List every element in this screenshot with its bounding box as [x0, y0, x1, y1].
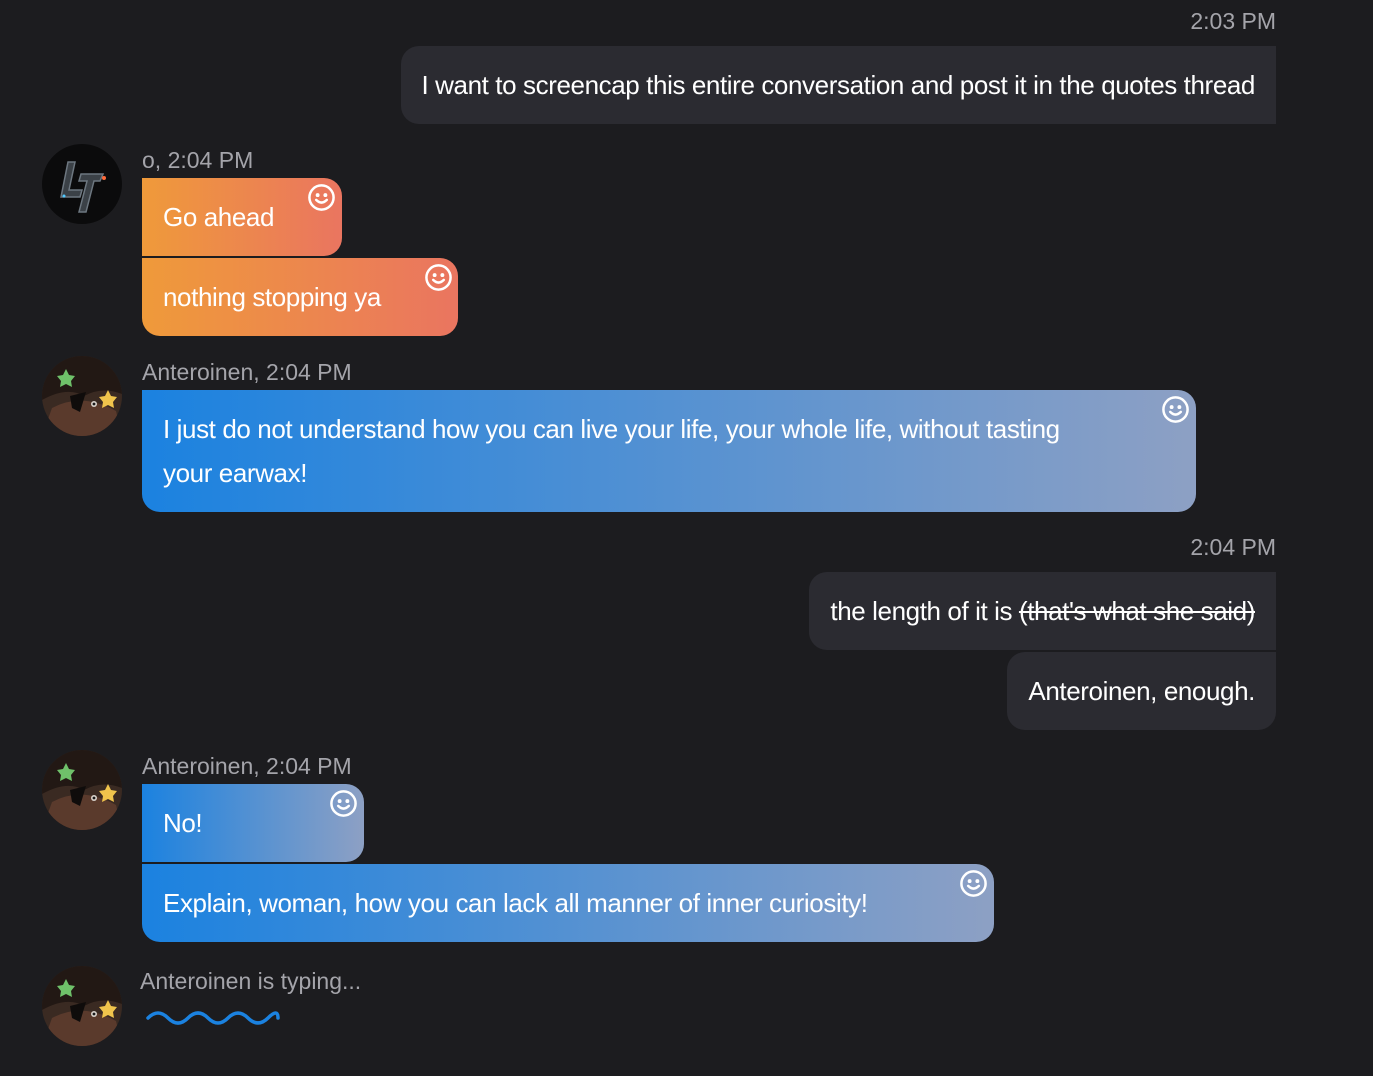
anteroinen-avatar[interactable]	[42, 750, 122, 830]
received-message-bubble[interactable]: nothing stopping ya	[142, 258, 458, 336]
own-message-bubble[interactable]: I want to screencap this entire conversa…	[400, 46, 1276, 124]
received-message-bubble[interactable]: Explain, woman, how you can lack all man…	[142, 864, 994, 942]
message-text: nothing stopping ya	[163, 282, 381, 312]
message-text: I want to screencap this entire conversa…	[421, 70, 1256, 100]
message-text: Go ahead	[163, 202, 275, 232]
o-avatar[interactable]	[42, 144, 122, 224]
smiley-react-icon[interactable]	[329, 789, 358, 818]
sender-meta: o, 2:04 PM	[142, 147, 254, 173]
message-text: Anteroinen, enough.	[1028, 676, 1255, 706]
anteroinen-avatar[interactable]	[42, 966, 122, 1046]
message-text: I just do not understand how you can liv…	[163, 414, 1060, 488]
sender-meta: Anteroinen, 2:04 PM	[142, 359, 352, 385]
dark-hair-avatar-icon	[42, 966, 122, 1046]
typing-wave-icon	[146, 1011, 280, 1025]
strikethrough-text: (that's what she said)	[1018, 596, 1255, 626]
smiley-react-icon[interactable]	[307, 183, 336, 212]
smiley-react-icon[interactable]	[1161, 395, 1190, 424]
message-text: the length of it is	[830, 596, 1019, 626]
message-timestamp: 2:03 PM	[1190, 8, 1276, 34]
received-message-bubble[interactable]: I just do not understand how you can liv…	[142, 390, 1196, 512]
dark-hair-avatar-icon	[42, 356, 122, 436]
anteroinen-avatar[interactable]	[42, 356, 122, 436]
chat-window: 2:03 PM I want to screencap this entire …	[0, 0, 1373, 1076]
message-text: Explain, woman, how you can lack all man…	[163, 888, 868, 918]
l7-logo-avatar-icon	[42, 144, 122, 224]
own-message-bubble[interactable]: the length of it is (that's what she sai…	[809, 572, 1276, 650]
sender-meta: Anteroinen, 2:04 PM	[142, 753, 352, 779]
own-message-bubble[interactable]: Anteroinen, enough.	[1007, 652, 1276, 730]
message-timestamp: 2:04 PM	[1190, 534, 1276, 560]
smiley-react-icon[interactable]	[959, 869, 988, 898]
dark-hair-avatar-icon	[42, 750, 122, 830]
message-text: No!	[163, 808, 203, 838]
typing-indicator-text: Anteroinen is typing...	[140, 968, 362, 994]
smiley-react-icon[interactable]	[424, 263, 453, 292]
